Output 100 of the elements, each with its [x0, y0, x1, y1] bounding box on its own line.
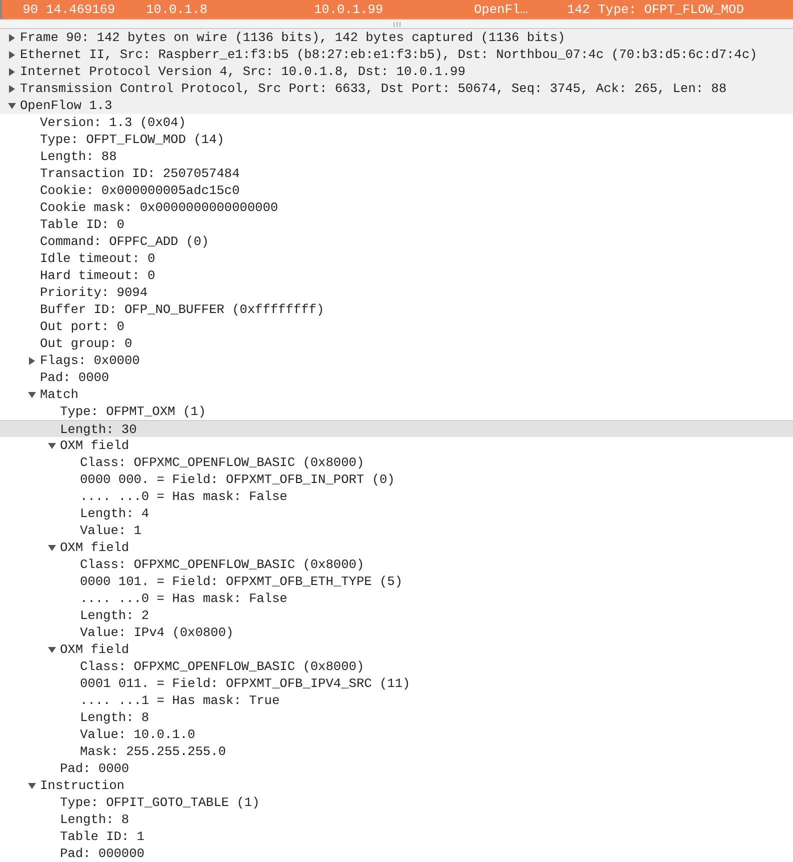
tree-row[interactable]: Table ID: 1: [0, 828, 793, 845]
field-label: Pad: 0000: [40, 370, 110, 385]
field-label: Cookie: 0x000000005adc15c0: [40, 183, 240, 198]
field-label: Version: 1.3 (0x04): [40, 115, 186, 130]
splitter-grip-icon[interactable]: [392, 22, 400, 26]
tree-row[interactable]: Value: 10.0.1.0: [0, 726, 793, 743]
tree-row[interactable]: .... ...0 = Has mask: False: [0, 488, 793, 505]
collapsed-arrow-icon[interactable]: [8, 84, 16, 92]
tree-row[interactable]: OXM field: [0, 539, 793, 556]
tree-row[interactable]: Transmission Control Protocol, Src Port: 6633, Dst Port: 50674, Seq: 3745, Ack: 265, Len: 88: [0, 80, 793, 97]
expanded-arrow-icon[interactable]: [8, 102, 16, 110]
tree-row[interactable]: Type: OFPIT_GOTO_TABLE (1): [0, 794, 793, 811]
collapsed-arrow-icon[interactable]: [8, 34, 16, 42]
field-label: Out group: 0: [40, 336, 132, 351]
field-label: Internet Protocol Version 4, Src: 10.0.1.8, Dst: 10.0.1.99: [20, 64, 466, 79]
tree-row[interactable]: Hard timeout: 0: [0, 267, 793, 284]
tree-row[interactable]: Class: OFPXMC_OPENFLOW_BASIC (0x8000): [0, 658, 793, 675]
tree-row[interactable]: OXM field: [0, 437, 793, 454]
tree-row[interactable]: Value: 1: [0, 522, 793, 539]
tree-row[interactable]: .... ...1 = Has mask: True: [0, 692, 793, 709]
field-label: Ethernet II, Src: Raspberr_e1:f3:b5 (b8:27:eb:e1:f3:b5), Dst: Northbou_07:4c (70:b3:d5:6c:d7:4c): [20, 47, 758, 62]
tree-row[interactable]: Pad: 0000: [0, 760, 793, 777]
expanded-arrow-icon[interactable]: [48, 646, 56, 654]
tree-row[interactable]: 0000 101. = Field: OFPXMT_OFB_ETH_TYPE (5): [0, 573, 793, 590]
tree-row[interactable]: Mask: 255.255.255.0: [0, 743, 793, 760]
tree-row[interactable]: Type: OFPMT_OXM (1): [0, 403, 793, 420]
field-label: Table ID: 0: [40, 217, 124, 232]
tree-row[interactable]: Cookie: 0x000000005adc15c0: [0, 182, 793, 199]
tree-row[interactable]: Frame 90: 142 bytes on wire (1136 bits), 142 bytes captured (1136 bits): [0, 29, 793, 46]
tree-row[interactable]: Match: [0, 386, 793, 403]
field-label: Value: IPv4 (0x0800): [80, 625, 234, 640]
field-label: Value: 10.0.1.0: [80, 727, 196, 742]
tree-row[interactable]: Value: IPv4 (0x0800): [0, 624, 793, 641]
tree-row[interactable]: OpenFlow 1.3: [0, 97, 793, 114]
field-label: 0000 101. = Field: OFPXMT_OFB_ETH_TYPE (5): [80, 574, 403, 589]
expanded-arrow-icon[interactable]: [48, 442, 56, 450]
tree-row[interactable]: OXM field: [0, 641, 793, 658]
tree-row[interactable]: Pad: 0000: [0, 369, 793, 386]
tree-row[interactable]: Class: OFPXMC_OPENFLOW_BASIC (0x8000): [0, 556, 793, 573]
tree-row[interactable]: Command: OFPFC_ADD (0): [0, 233, 793, 250]
field-label: Length: 8: [80, 710, 150, 725]
field-label: .... ...0 = Has mask: False: [80, 489, 288, 504]
field-label: Transmission Control Protocol, Src Port: 6633, Dst Port: 50674, Seq: 3745, Ack: 265, Len: 88: [20, 81, 727, 96]
collapsed-arrow-icon[interactable]: [8, 50, 16, 58]
tree-row[interactable]: Length: 2: [0, 607, 793, 624]
tree-row[interactable]: Type: OFPT_FLOW_MOD (14): [0, 131, 793, 148]
table-cell-text: 142: [566, 2, 591, 17]
field-label: .... ...0 = Has mask: False: [80, 591, 288, 606]
table-cell-text: 10.0.1.99: [313, 2, 384, 17]
tree-row[interactable]: Length: 30: [0, 420, 793, 437]
field-label: 0000 000. = Field: OFPXMT_OFB_IN_PORT (0): [80, 472, 395, 487]
collapsed-arrow-icon[interactable]: [8, 68, 16, 76]
tree-row[interactable]: .... ...0 = Has mask: False: [0, 590, 793, 607]
tree-row[interactable]: 0001 011. = Field: OFPXMT_OFB_IPV4_SRC (11): [0, 675, 793, 692]
table-cell-text: 14.469169: [45, 2, 116, 17]
expanded-arrow-icon[interactable]: [28, 782, 36, 790]
tree-row[interactable]: Idle timeout: 0: [0, 250, 793, 267]
field-label: 0001 011. = Field: OFPXMT_OFB_IPV4_SRC (11): [80, 676, 410, 691]
tree-row[interactable]: Version: 1.3 (0x04): [0, 114, 793, 131]
field-label: Hard timeout: 0: [40, 268, 156, 283]
field-label: Idle timeout: 0: [40, 251, 156, 266]
field-label: Transaction ID: 2507057484: [40, 166, 240, 181]
field-label: OXM field: [60, 642, 130, 657]
tree-row[interactable]: Length: 8: [0, 709, 793, 726]
tree-row[interactable]: Out port: 0: [0, 318, 793, 335]
expanded-arrow-icon[interactable]: [28, 390, 36, 398]
collapsed-arrow-icon[interactable]: [28, 356, 36, 364]
tree-row[interactable]: Length: 4: [0, 505, 793, 522]
tree-row[interactable]: Internet Protocol Version 4, Src: 10.0.1.8, Dst: 10.0.1.99: [0, 63, 793, 80]
field-label: .... ...1 = Has mask: True: [80, 693, 280, 708]
tree-row[interactable]: Buffer ID: OFP_NO_BUFFER (0xffffffff): [0, 301, 793, 318]
field-label: Type: OFPT_FLOW_MOD (14): [40, 132, 224, 147]
field-label: Type: OFPIT_GOTO_TABLE (1): [60, 795, 260, 810]
field-label: Length: 88: [40, 149, 117, 164]
field-label: Out port: 0: [40, 319, 124, 334]
tree-row[interactable]: 0000 000. = Field: OFPXMT_OFB_IN_PORT (0): [0, 471, 793, 488]
tree-row[interactable]: Pad: 000000: [0, 845, 793, 862]
field-label: Length: 2: [80, 608, 150, 623]
tree-row[interactable]: Ethernet II, Src: Raspberr_e1:f3:b5 (b8:27:eb:e1:f3:b5), Dst: Northbou_07:4c (70:b3:d5:6c:d7:4c): [0, 46, 793, 63]
tree-row[interactable]: Transaction ID: 2507057484: [0, 165, 793, 182]
tree-row[interactable]: Cookie mask: 0x0000000000000000: [0, 199, 793, 216]
field-label: Length: 30: [60, 422, 137, 436]
tree-row[interactable]: Table ID: 0: [0, 216, 793, 233]
tree-row[interactable]: Length: 8: [0, 811, 793, 828]
tree-row[interactable]: Length: 88: [0, 148, 793, 165]
field-label: Buffer ID: OFP_NO_BUFFER (0xffffffff): [40, 302, 324, 317]
tree-row[interactable]: Out group: 0: [0, 335, 793, 352]
tree-row[interactable]: Flags: 0x0000: [0, 352, 793, 369]
field-label: Command: OFPFC_ADD (0): [40, 234, 209, 249]
field-label: OXM field: [60, 540, 130, 555]
field-label: Frame 90: 142 bytes on wire (1136 bits), 142 bytes captured (1136 bits): [20, 30, 566, 45]
tree-row[interactable]: Class: OFPXMC_OPENFLOW_BASIC (0x8000): [0, 454, 793, 471]
tree-row[interactable]: Priority: 9094: [0, 284, 793, 301]
field-label: Length: 4: [80, 506, 150, 521]
field-label: Class: OFPXMC_OPENFLOW_BASIC (0x8000): [80, 455, 364, 470]
expanded-arrow-icon[interactable]: [48, 544, 56, 552]
field-label: Table ID: 1: [60, 829, 144, 844]
field-label: Priority: 9094: [40, 285, 148, 300]
field-label: Pad: 000000: [60, 846, 144, 861]
tree-row[interactable]: Instruction: [0, 777, 793, 794]
